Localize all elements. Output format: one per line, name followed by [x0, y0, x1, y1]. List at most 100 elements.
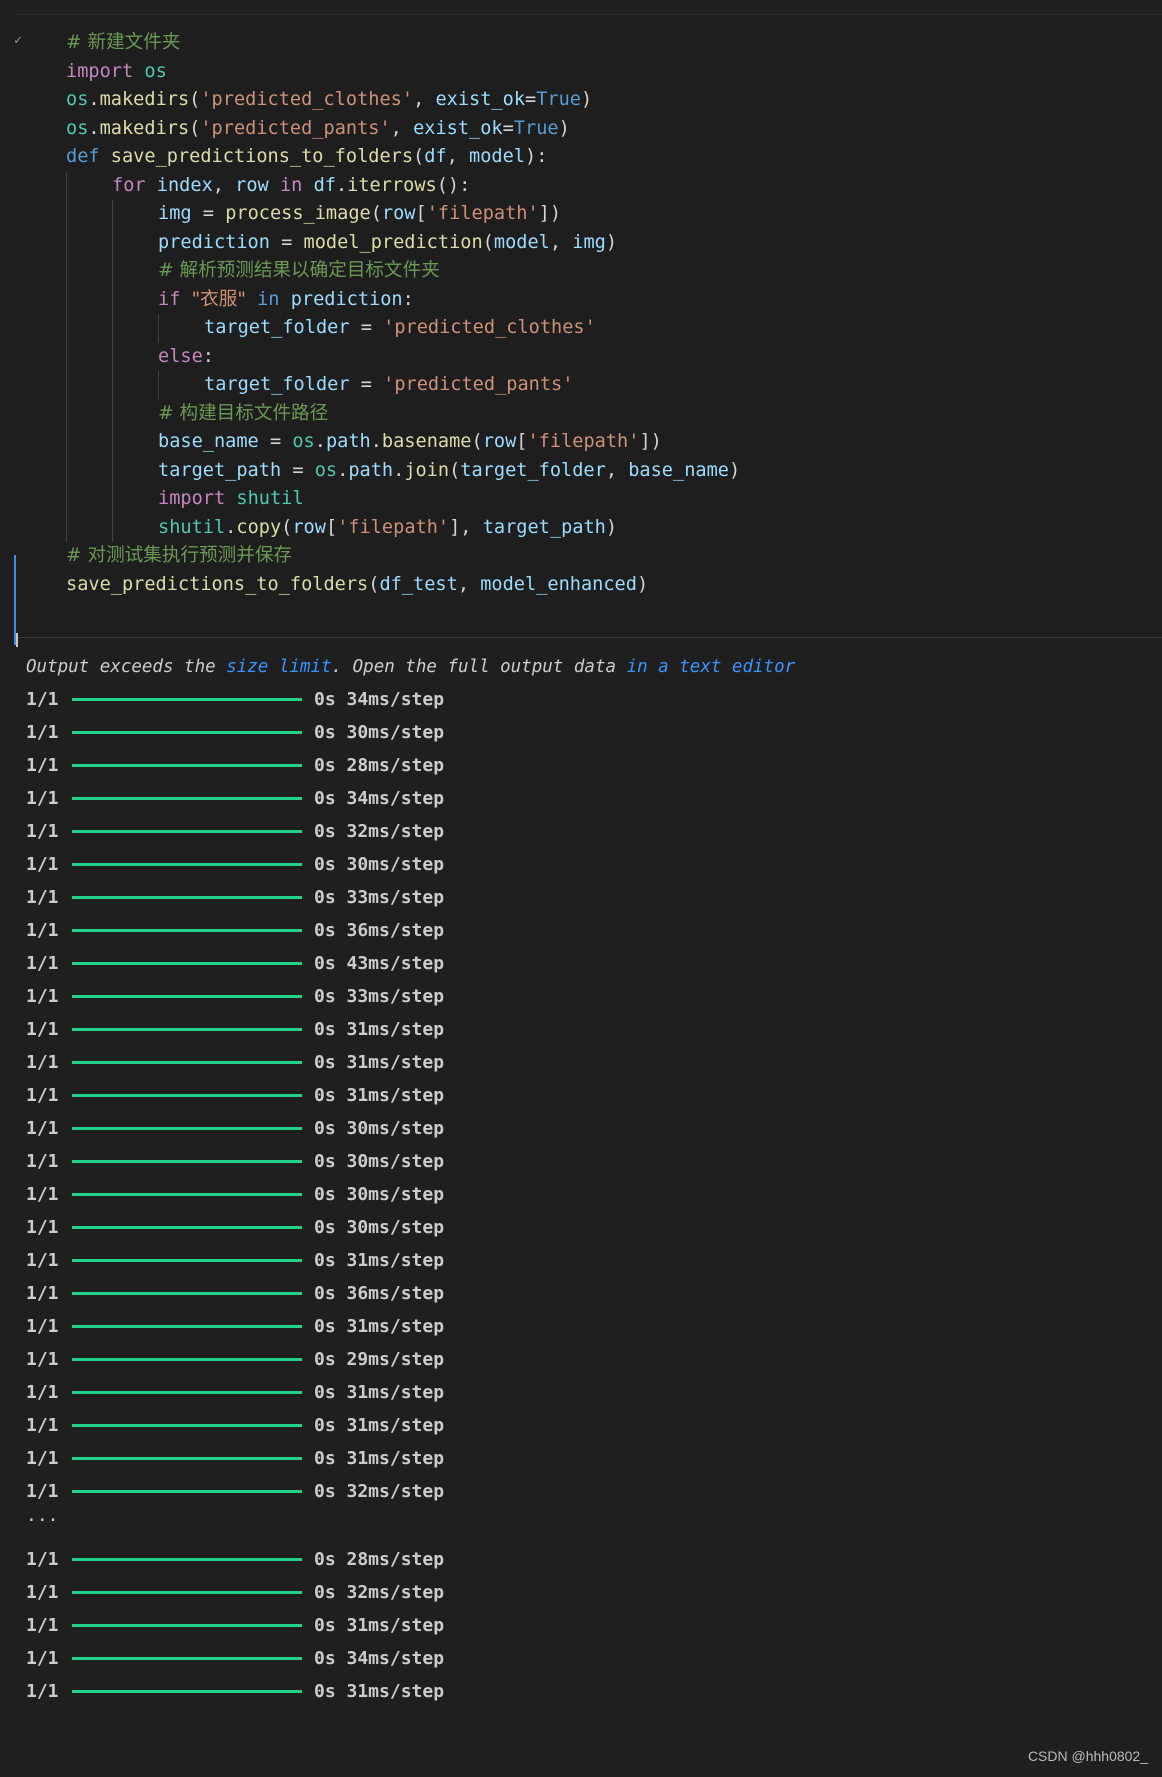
code-line[interactable]: target_path = os.path.join(target_folder…	[14, 456, 1162, 485]
code-token: if	[158, 288, 181, 310]
step-timing: 0s 31ms/step	[314, 1382, 445, 1403]
code-token: model	[469, 146, 526, 167]
code-line[interactable]: # 解析预测结果以确定目标文件夹	[14, 257, 1162, 286]
progress-fraction: 1/1	[26, 1217, 59, 1238]
indent-guide	[66, 513, 67, 542]
progress-fraction: 1/1	[26, 887, 59, 908]
code-line[interactable]: target_folder = 'predicted_clothes'	[14, 314, 1162, 343]
code-token: shutil	[236, 488, 304, 509]
code-line[interactable]: if "衣服" in prediction:	[14, 285, 1162, 314]
progress-bar	[72, 862, 302, 866]
step-timing: 0s 43ms/step	[314, 953, 445, 974]
code-token: makedirs	[99, 89, 190, 110]
progress-row: 1/1 0s 34ms/step	[26, 688, 444, 712]
code-line[interactable]: base_name = os.path.basename(row['filepa…	[14, 428, 1162, 457]
indent-guide	[112, 228, 113, 257]
code-token: )	[558, 117, 570, 139]
code-line[interactable]: os.makedirs('predicted_clothes', exist_o…	[14, 86, 1162, 115]
code-token: )	[605, 231, 618, 253]
code-token: ,	[446, 146, 470, 167]
open-in-text-editor-link[interactable]: in a text editor	[627, 657, 796, 677]
code-token: [	[415, 203, 427, 224]
code-line[interactable]: for index, row in df.iterrows():	[14, 171, 1162, 200]
code-line[interactable]: prediction = model_prediction(model, img…	[14, 228, 1162, 257]
step-timing: 0s 31ms/step	[314, 1681, 445, 1702]
progress-row: 1/1 0s 36ms/step	[26, 919, 444, 943]
progress-fraction: 1/1	[26, 1448, 59, 1469]
code-token: )	[636, 573, 649, 595]
progress-row: 1/1 0s 33ms/step	[26, 886, 444, 910]
code-token: for	[112, 174, 146, 196]
code-token: ,	[413, 89, 436, 110]
code-line[interactable]: os.makedirs('predicted_pants', exist_ok=…	[14, 115, 1162, 144]
step-timing: 0s 30ms/step	[314, 1184, 445, 1205]
code-line[interactable]: target_folder = 'predicted_pants'	[14, 371, 1162, 400]
code-token: row	[482, 431, 517, 452]
code-token: (	[449, 459, 461, 481]
progress-row: 1/1 0s 28ms/step	[26, 754, 444, 778]
code-editor[interactable]: # 新建文件夹 import os os.makedirs('predicted_c…	[14, 29, 1162, 599]
progress-fraction: 1/1	[26, 1382, 59, 1403]
size-limit-link[interactable]: size limit	[226, 657, 331, 677]
progress-fraction: 1/1	[26, 1681, 59, 1702]
code-token: copy	[236, 516, 282, 538]
code-line[interactable]: shutil.copy(row['filepath'], target_path…	[14, 513, 1162, 542]
indent-guide	[66, 342, 67, 371]
progress-fraction: 1/1	[26, 920, 59, 941]
progress-row: 1/1 0s 31ms/step	[26, 1680, 444, 1704]
progress-fraction: 1/1	[26, 953, 59, 974]
code-token: df	[424, 146, 447, 167]
progress-fraction: 1/1	[26, 755, 59, 776]
code-token: os	[314, 459, 338, 481]
progress-bar	[72, 928, 302, 932]
code-token: else	[158, 345, 203, 367]
progress-row: 1/1 0s 29ms/step	[26, 1348, 444, 1372]
code-token: "衣服"	[191, 288, 246, 310]
progress-bar	[72, 994, 302, 998]
code-line[interactable]: import shutil	[14, 485, 1162, 514]
step-timing: 0s 32ms/step	[314, 1582, 445, 1603]
code-line[interactable]: # 对测试集执行预测并保存	[14, 542, 1162, 571]
code-token: =	[349, 374, 384, 395]
progress-row: 1/1 0s 31ms/step	[26, 1381, 444, 1405]
progress-row: 1/1 0s 30ms/step	[26, 1216, 444, 1240]
code-token: 'predicted_clothes'	[383, 317, 596, 338]
step-timing: 0s 31ms/step	[314, 1085, 445, 1106]
code-line[interactable]: # 新建文件夹	[14, 29, 1162, 58]
step-timing: 0s 31ms/step	[314, 1019, 445, 1040]
indent-guide	[112, 456, 113, 485]
progress-fraction: 1/1	[26, 1118, 59, 1139]
indent-guide	[112, 485, 113, 514]
progress-row: 1/1 0s 31ms/step	[26, 1018, 444, 1042]
indent-guide	[112, 342, 113, 371]
progress-row: 1/1 0s 33ms/step	[26, 985, 444, 1009]
progress-bar	[72, 961, 302, 965]
code-line[interactable]: # 构建目标文件路径	[14, 399, 1162, 428]
indent-guide	[112, 428, 113, 457]
progress-fraction: 1/1	[26, 689, 59, 710]
step-timing: 0s 33ms/step	[314, 887, 445, 908]
code-token: import	[158, 488, 226, 509]
code-line[interactable]: img = process_image(row['filepath'])	[14, 200, 1162, 229]
code-line[interactable]: def save_predictions_to_folders(df, mode…	[14, 143, 1162, 172]
indent-guide	[158, 314, 159, 343]
code-line[interactable]: else:	[14, 342, 1162, 371]
code-token: prediction	[290, 288, 403, 310]
code-token: ])	[538, 203, 562, 224]
progress-row: 1/1 0s 31ms/step	[26, 1051, 444, 1075]
code-line[interactable]: import os	[14, 58, 1162, 87]
code-cell[interactable]: ✓ # 新建文件夹 import os os.makedirs('predicted…	[14, 14, 1162, 647]
progress-fraction: 1/1	[26, 1549, 59, 1570]
code-token: target_folder	[204, 374, 350, 395]
code-token: (	[368, 573, 380, 595]
progress-row: 1/1 0s 43ms/step	[26, 952, 444, 976]
progress-bar	[72, 1689, 302, 1693]
output-limit-notice: Output exceeds the size limit. Open the …	[26, 655, 795, 679]
indent-guide	[66, 285, 67, 314]
code-token: 'filepath'	[527, 431, 640, 452]
code-token: os	[292, 431, 315, 452]
code-token: =	[525, 89, 537, 110]
code-line[interactable]: save_predictions_to_folders(df_test, mod…	[14, 571, 1162, 600]
code-token: 'filepath'	[337, 516, 450, 538]
